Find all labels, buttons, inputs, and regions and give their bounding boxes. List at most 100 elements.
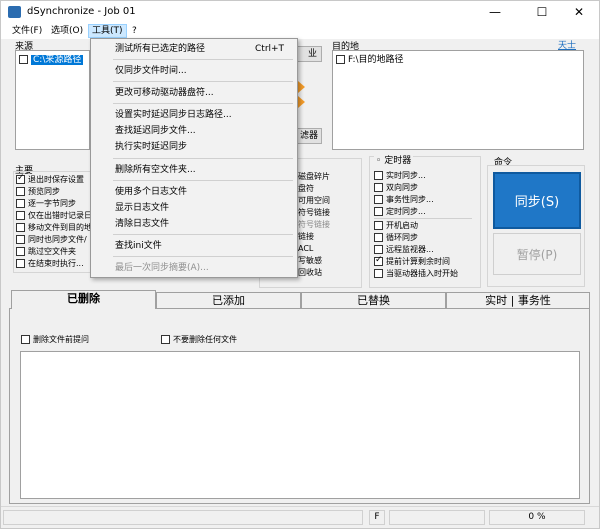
minimize-button[interactable]: — — [475, 1, 515, 23]
checkbox[interactable] — [16, 223, 25, 232]
menu-show-log[interactable]: 显示日志文件 — [115, 201, 169, 215]
checkbox[interactable] — [16, 259, 25, 268]
option-link[interactable]: 链接 — [298, 231, 314, 242]
destination-path: F:\目的地路径 — [348, 55, 404, 65]
checkbox[interactable] — [16, 247, 25, 256]
checkbox[interactable] — [374, 171, 383, 180]
tab-added[interactable]: 已添加 — [156, 292, 301, 308]
right-arrow-icon — [298, 81, 305, 93]
checkbox[interactable] — [374, 207, 383, 216]
checkbox[interactable] — [374, 195, 383, 204]
option-acl[interactable]: ACL — [298, 243, 313, 254]
option-preview-sync[interactable]: 预览同步 — [16, 186, 60, 197]
option-symlink[interactable]: 符号链接 — [298, 207, 330, 218]
sync-button[interactable]: 同步(S) — [493, 172, 581, 229]
menu-separator — [113, 158, 293, 159]
maximize-button[interactable]: ☐ — [522, 1, 562, 23]
option-label: 预览同步 — [28, 187, 60, 196]
menu-file[interactable]: 文件(F) — [9, 24, 45, 38]
source-list[interactable]: C:\来源路径 — [15, 50, 90, 150]
option-label: 不要删除任何文件 — [173, 335, 237, 344]
tools-menu: 测试所有已选定的路径 Ctrl+T 仅同步文件时间... 更改可移动驱动器盘符.… — [90, 38, 298, 278]
destination-list[interactable]: F:\目的地路径 — [332, 50, 584, 150]
timer-transactional[interactable]: 事务性同步... — [374, 194, 434, 205]
menu-last-sync-summary[interactable]: 最后一次同步摘要(A)... — [115, 261, 209, 275]
checkbox[interactable] — [374, 269, 383, 278]
destination-row[interactable]: F:\目的地路径 — [336, 54, 404, 66]
option-prompt-before-delete[interactable]: 删除文件前提问 — [21, 334, 89, 345]
timer-label-wrap: ◦ 定时器 — [374, 156, 414, 167]
option-skip-empty-folders[interactable]: 跳过空文件夹 — [16, 246, 76, 257]
main-options-group: 退出时保存设置 预览同步 逐一字节同步 仅在出错时记录日 移动文件到目的地 同时… — [13, 171, 92, 273]
option-byte-by-byte[interactable]: 逐一字节同步 — [16, 198, 76, 209]
timer-scheduled[interactable]: 定时同步... — [374, 206, 426, 217]
pause-button[interactable]: 暂停(P) — [493, 233, 581, 275]
menu-find-delay-files[interactable]: 查找延迟同步文件... — [115, 124, 196, 138]
timer-on-drive-insert[interactable]: 当驱动器插入时开始 — [374, 268, 458, 279]
menu-clear-log[interactable]: 清除日志文件 — [115, 217, 169, 231]
checkbox[interactable] — [374, 221, 383, 230]
tab-realtime-transactional[interactable]: 实时 | 事务性 — [446, 292, 590, 308]
copy-button-label: 业 — [307, 49, 317, 59]
tab-replaced[interactable]: 已替换 — [301, 292, 446, 308]
title-bar: dSynchronize - Job 01 — ☐ ✕ — [1, 1, 599, 23]
menu-change-drive-letter[interactable]: 更改可移动驱动器盘符... — [115, 86, 214, 100]
option-save-on-exit[interactable]: 退出时保存设置 — [16, 173, 84, 185]
checkbox[interactable] — [374, 255, 383, 266]
option-log-errors-only[interactable]: 仅在出错时记录日 — [16, 210, 92, 221]
menu-bar: 文件(F) 选项(O) 工具(T) ? — [1, 23, 599, 39]
menu-sync-file-times[interactable]: 仅同步文件时间... — [115, 64, 187, 78]
option-free-space[interactable]: 可用空间 — [298, 195, 330, 206]
checkbox[interactable] — [374, 233, 383, 242]
option-move-files[interactable]: 移动文件到目的地 — [16, 222, 92, 233]
option-recycle-bin[interactable]: 回收站 — [298, 267, 322, 278]
menu-help[interactable]: ? — [129, 24, 140, 38]
deleted-files-list[interactable] — [20, 351, 580, 499]
option-drive-letter[interactable]: 盘符 — [298, 183, 314, 194]
timer-remote-monitor[interactable]: 远程监视器... — [374, 244, 434, 255]
checkbox[interactable] — [161, 335, 170, 344]
menu-delete-empty-folders[interactable]: 删除所有空文件夹... — [115, 163, 196, 177]
checkbox[interactable] — [16, 187, 25, 196]
timer-precalc[interactable]: 提前计算剩余时间 — [374, 255, 450, 267]
menu-tools[interactable]: 工具(T) — [88, 24, 127, 38]
timer-realtime-sync[interactable]: 实时同步... — [374, 170, 426, 181]
menu-run-delay-sync[interactable]: 执行实时延迟同步 — [115, 140, 187, 154]
option-label: 同时也同步文件/ — [28, 235, 87, 244]
option-run-at-end[interactable]: 在结束时执行... — [16, 258, 84, 269]
timer-loop[interactable]: 循环同步 — [374, 232, 418, 243]
checkbox[interactable] — [16, 211, 25, 220]
menu-separator — [113, 234, 293, 235]
menu-item-label: 测试所有已选定的路径 — [115, 44, 206, 54]
right-arrow-icon-2 — [298, 96, 305, 108]
checkbox[interactable] — [21, 335, 30, 344]
close-button[interactable]: ✕ — [559, 1, 599, 23]
option-fragment[interactable]: 磁盘碎片 — [298, 171, 330, 182]
checkbox[interactable] — [16, 199, 25, 208]
timer-bidirectional[interactable]: 双向同步 — [374, 182, 418, 193]
menu-set-delay-log-path[interactable]: 设置实时延迟同步日志路径... — [115, 108, 232, 122]
timer-startup[interactable]: 开机启动 — [374, 220, 418, 231]
menu-options[interactable]: 选项(O) — [48, 24, 86, 38]
option-sync-files-too[interactable]: 同时也同步文件/ — [16, 234, 87, 245]
status-message — [3, 510, 363, 525]
checkbox[interactable] — [16, 235, 25, 244]
menu-find-ini[interactable]: 查找ini文件 — [115, 239, 162, 253]
option-write-sensitive[interactable]: 写敏感 — [298, 255, 322, 266]
destination-checkbox[interactable] — [336, 55, 345, 64]
option-label: 移动文件到目的地 — [28, 223, 92, 232]
checkbox[interactable] — [374, 245, 383, 254]
option-label: 跳过空文件夹 — [28, 247, 76, 256]
option-label: 删除文件前提问 — [33, 335, 89, 344]
option-no-delete[interactable]: 不要删除任何文件 — [161, 334, 237, 345]
menu-separator — [113, 81, 293, 82]
option-symlink-2[interactable]: 符号链接 — [298, 219, 330, 230]
option-label: 逐一字节同步 — [28, 199, 76, 208]
checkbox[interactable] — [374, 183, 383, 192]
source-checkbox[interactable] — [19, 55, 28, 64]
menu-test-paths[interactable]: 测试所有已选定的路径 Ctrl+T — [115, 42, 295, 56]
source-row[interactable]: C:\来源路径 — [19, 54, 84, 66]
tab-deleted[interactable]: 已删除 — [11, 290, 156, 309]
menu-multiple-logs[interactable]: 使用多个日志文件 — [115, 185, 187, 199]
checkbox[interactable] — [16, 173, 25, 184]
